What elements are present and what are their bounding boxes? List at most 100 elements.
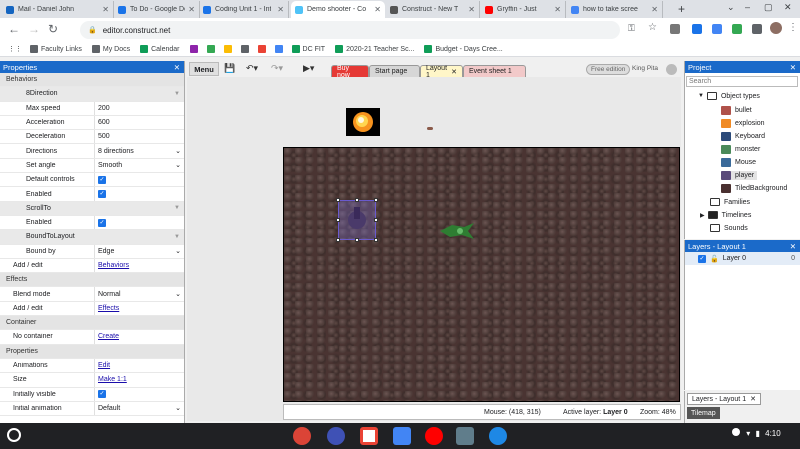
browser-tab[interactable]: To Do - Google Do ✕ — [114, 1, 200, 18]
chevron-down-icon[interactable]: ⌄ — [175, 404, 181, 412]
browser-tab[interactable]: Coding Unit 1 - Int ✕ — [199, 1, 289, 18]
reload-icon[interactable]: ↻ — [48, 22, 58, 36]
property-value-cell[interactable]: Behaviors — [94, 258, 184, 273]
checkbox[interactable]: ✓ — [98, 175, 106, 184]
checkbox[interactable]: ✓ — [98, 390, 106, 399]
tab-layers[interactable]: Layers - Layout 1 ✕ — [687, 393, 761, 405]
back-icon[interactable]: ← — [8, 22, 20, 36]
shelf-app-icon[interactable] — [393, 427, 411, 445]
families-folder[interactable]: Families — [710, 198, 750, 206]
resize-handle[interactable] — [336, 238, 340, 242]
property-value[interactable]: 200 — [98, 105, 110, 112]
property-link[interactable]: Create — [98, 333, 119, 340]
property-value-cell[interactable]: 200 — [94, 101, 184, 115]
system-tray[interactable]: ▾ ▮ 4:10 — [732, 428, 781, 438]
property-value-cell[interactable]: Edit — [94, 358, 184, 373]
object-type-item[interactable]: monster — [721, 145, 760, 154]
property-row[interactable]: Add / edit Effects — [0, 301, 184, 317]
chevron-down-icon[interactable]: ⌄ — [175, 290, 181, 298]
shelf-app-icon[interactable] — [456, 427, 474, 445]
maximize-icon[interactable]: ▢ — [764, 2, 773, 13]
property-row[interactable]: Blend mode Normal ⌄ — [0, 287, 184, 302]
layer-visible-checkbox[interactable]: ✓ — [698, 254, 706, 263]
property-row[interactable]: No container Create — [0, 330, 184, 345]
object-types-folder[interactable]: ▼ Object types — [698, 92, 760, 100]
property-value-cell[interactable]: Effects — [94, 301, 184, 316]
minimize-icon[interactable]: – — [745, 2, 750, 12]
tab-close-icon[interactable]: ✕ — [551, 5, 561, 14]
property-value[interactable]: 500 — [98, 133, 110, 140]
tab-tilemap[interactable]: Tilemap — [687, 407, 720, 419]
property-value-cell[interactable]: Edge ⌄ — [94, 244, 184, 258]
property-row[interactable]: Default controls ✓ — [0, 173, 184, 188]
tiled-background[interactable] — [283, 147, 680, 402]
tab-search-icon[interactable]: ⌄ — [727, 2, 735, 13]
launcher-icon[interactable] — [7, 428, 21, 442]
property-row[interactable]: Animations Edit — [0, 358, 184, 374]
bookmark[interactable]: My Docs — [91, 45, 130, 53]
bookmark-icon[interactable] — [189, 45, 198, 53]
property-row[interactable]: Enabled ✓ — [0, 215, 184, 231]
collapse-icon[interactable]: ▼ — [174, 234, 180, 240]
property-value-cell[interactable]: Make 1:1 — [94, 373, 184, 387]
property-link[interactable]: Edit — [98, 362, 110, 369]
property-row[interactable]: Set angle Smooth ⌄ — [0, 158, 184, 174]
property-row[interactable]: Acceleration 600 — [0, 115, 184, 131]
property-value-cell[interactable]: Create — [94, 330, 184, 344]
close-icon[interactable]: ✕ — [790, 242, 796, 251]
property-category[interactable]: Container — [0, 316, 184, 331]
lock-icon[interactable]: 🔓 — [710, 255, 719, 263]
redo-icon[interactable]: ↷▾ — [271, 63, 283, 74]
tab-close-icon[interactable]: ✕ — [185, 5, 195, 14]
property-value-cell[interactable]: ✓ — [94, 187, 184, 201]
property-value-cell[interactable]: ✓ — [94, 387, 184, 401]
tab-close-icon[interactable]: ✕ — [274, 5, 284, 14]
apps-icon[interactable]: ⋮⋮ — [8, 45, 22, 53]
bookmark-icon[interactable] — [206, 45, 215, 53]
property-category[interactable]: Effects — [0, 273, 184, 288]
editor-tab[interactable]: Layout 1 ✕ — [420, 65, 463, 79]
cast-icon[interactable] — [752, 24, 762, 34]
shelf-app-icon[interactable] — [425, 427, 443, 445]
property-row[interactable]: Bound by Edge ⌄ — [0, 244, 184, 259]
dropdown-value[interactable]: Edge — [98, 248, 114, 255]
resize-handle[interactable] — [336, 198, 340, 202]
dropdown-value[interactable]: Normal — [98, 291, 121, 298]
chevron-down-icon[interactable]: ⌄ — [175, 247, 181, 255]
sounds-folder[interactable]: Sounds — [710, 224, 748, 232]
monster-sprite[interactable] — [438, 221, 476, 241]
property-row[interactable]: Add / edit Behaviors — [0, 258, 184, 274]
object-type-item[interactable]: Keyboard — [721, 132, 765, 141]
bookmark-icon[interactable] — [240, 45, 249, 53]
property-row[interactable]: Initial animation Default ⌄ — [0, 401, 184, 417]
browser-tab[interactable]: how to take scree ✕ — [567, 1, 663, 18]
bookmark[interactable]: Budget - Days Cree... — [424, 45, 503, 53]
checkbox[interactable]: ✓ — [98, 218, 106, 227]
explosion-sprite[interactable] — [346, 108, 380, 136]
close-icon[interactable]: ✕ — [790, 63, 796, 72]
bookmark-icon[interactable] — [257, 45, 266, 53]
chevron-down-icon[interactable]: ⌄ — [175, 161, 181, 169]
shelf-app-icon[interactable] — [489, 427, 507, 445]
property-value-cell[interactable]: 600 — [94, 115, 184, 130]
browser-tab[interactable]: Construct - New T ✕ — [386, 1, 480, 18]
resize-handle[interactable] — [374, 238, 378, 242]
avatar[interactable] — [770, 22, 782, 34]
user-avatar[interactable] — [666, 64, 677, 75]
collapse-icon[interactable]: ▼ — [174, 205, 180, 211]
expand-icon[interactable]: ▶ — [700, 212, 705, 219]
property-value-cell[interactable]: 500 — [94, 130, 184, 144]
new-tab-button[interactable]: + — [678, 2, 685, 16]
property-value-cell[interactable]: 8 directions ⌄ — [94, 144, 184, 158]
extension-icon[interactable] — [670, 24, 680, 34]
bookmark-icon[interactable] — [274, 45, 283, 53]
object-type-item[interactable]: bullet — [721, 106, 752, 115]
property-value-cell[interactable]: ✓ — [94, 215, 184, 230]
resize-handle[interactable] — [336, 218, 340, 222]
dropdown-value[interactable]: 8 directions — [98, 148, 134, 155]
object-type-item[interactable]: TiledBackground — [721, 184, 787, 193]
property-category[interactable]: Properties — [0, 344, 184, 359]
object-type-item[interactable]: explosion — [721, 119, 765, 128]
checkbox[interactable]: ✓ — [98, 190, 106, 199]
bullet-sprite[interactable] — [427, 127, 433, 130]
